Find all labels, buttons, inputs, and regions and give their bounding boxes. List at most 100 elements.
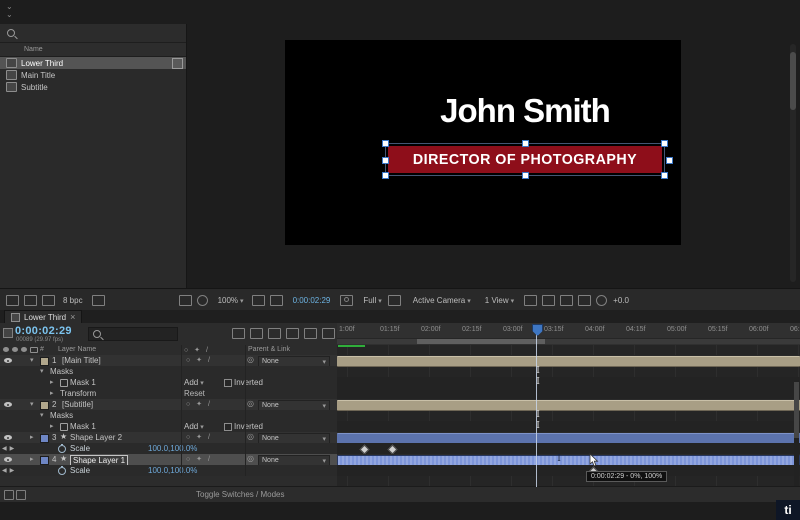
layer-switches[interactable] xyxy=(186,455,212,463)
eye-icon[interactable] xyxy=(4,435,12,440)
scrollbar-thumb[interactable] xyxy=(790,52,796,110)
graph-editor-icon[interactable] xyxy=(322,328,335,339)
mask-row[interactable]: Mask 1 Add Inverted xyxy=(0,421,337,432)
layer-switches[interactable] xyxy=(186,356,212,364)
work-area-bar[interactable] xyxy=(337,338,800,344)
create-folder-icon[interactable] xyxy=(42,295,55,306)
twirl-icon[interactable] xyxy=(40,411,44,419)
layer-name[interactable]: Shape Layer 2 xyxy=(70,433,122,442)
property-name[interactable]: Scale xyxy=(70,444,90,453)
hide-shy-layers-icon[interactable] xyxy=(268,328,281,339)
project-flowchart-icon[interactable] xyxy=(6,295,19,306)
label-color-swatch[interactable] xyxy=(40,456,49,465)
work-area-segment[interactable] xyxy=(417,339,545,344)
group-label[interactable]: Transform xyxy=(60,389,96,398)
eye-icon[interactable] xyxy=(4,457,12,462)
rulers-icon[interactable] xyxy=(252,295,265,306)
motion-blur-icon[interactable] xyxy=(304,328,317,339)
pick-whip-icon[interactable] xyxy=(247,399,254,408)
layer-row-subtitle[interactable]: 2 [Subtitle] None xyxy=(0,399,337,410)
keyframe-icon[interactable] xyxy=(556,455,562,464)
column-divider[interactable] xyxy=(181,345,182,476)
composition-mini-flowchart-icon[interactable] xyxy=(232,328,245,339)
exposure-reset-icon[interactable] xyxy=(596,295,607,306)
layer-row-main-title[interactable]: 1 [Main Title] None xyxy=(0,355,337,366)
lane-transform[interactable] xyxy=(337,388,800,399)
selection-handle[interactable] xyxy=(522,172,529,179)
twirl-icon[interactable] xyxy=(30,455,34,463)
twirl-icon[interactable] xyxy=(50,389,54,397)
keyframe-diamond[interactable] xyxy=(388,445,398,455)
pick-whip-icon[interactable] xyxy=(247,432,254,441)
layer-row-shape-layer-2[interactable]: 3 Shape Layer 2 None xyxy=(0,432,337,443)
mask-name[interactable]: Mask 1 xyxy=(70,378,96,387)
column-divider[interactable] xyxy=(245,345,246,476)
label-color-swatch[interactable] xyxy=(40,401,49,410)
exposure-value[interactable]: +0.0 xyxy=(613,296,629,305)
lane-shape-layer-2[interactable] xyxy=(337,432,800,443)
trash-icon[interactable] xyxy=(92,295,105,306)
toggle-switches-modes-button[interactable]: Toggle Switches / Modes xyxy=(196,490,285,499)
timeline-search[interactable] xyxy=(88,327,178,341)
stopwatch-icon[interactable] xyxy=(58,445,66,453)
current-timecode[interactable]: 0:00:02:29 xyxy=(15,325,72,337)
interpret-footage-icon[interactable] xyxy=(24,295,37,306)
twirl-icon[interactable] xyxy=(40,367,44,375)
project-item-main-title[interactable]: Main Title xyxy=(0,69,186,81)
layer-name-column-header[interactable]: Layer Name xyxy=(58,346,96,353)
mask-mode-dropdown[interactable]: Add xyxy=(184,378,204,387)
property-value[interactable]: 100.0,100.0% xyxy=(148,444,197,453)
layer-switches[interactable] xyxy=(186,433,212,441)
lane-scale-sl2[interactable] xyxy=(337,443,800,454)
property-value[interactable]: 100.0,100.0% xyxy=(148,466,197,475)
twirl-icon[interactable] xyxy=(50,422,54,430)
mask-mode-dropdown[interactable]: Add xyxy=(184,422,204,431)
timeline-lanes[interactable] xyxy=(337,345,800,487)
masks-group-row[interactable]: Masks xyxy=(0,410,337,421)
timeline-button-icon[interactable] xyxy=(560,295,573,306)
selection-handle[interactable] xyxy=(522,140,529,147)
twirl-icon[interactable] xyxy=(30,433,34,441)
pixel-aspect-icon[interactable] xyxy=(524,295,537,306)
fast-previews-icon[interactable] xyxy=(542,295,555,306)
lane-masks[interactable] xyxy=(337,366,800,377)
bit-depth-label[interactable]: 8 bpc xyxy=(63,296,83,305)
keyframe-navigator[interactable] xyxy=(2,467,17,474)
flowchart-button-icon[interactable] xyxy=(578,295,591,306)
always-preview-icon[interactable] xyxy=(179,295,192,306)
lane-shape-layer-1[interactable] xyxy=(337,454,800,465)
snapshot-camera-icon[interactable] xyxy=(340,295,353,306)
layer-name[interactable]: [Main Title] xyxy=(62,356,101,365)
lane-main-title[interactable] xyxy=(337,355,800,366)
keyframe-diamond[interactable] xyxy=(360,445,370,455)
lower-third-bar[interactable]: DIRECTOR OF PHOTOGRAPHY xyxy=(388,146,662,173)
masks-group-row[interactable]: Masks xyxy=(0,366,337,377)
label-color-swatch[interactable] xyxy=(40,434,49,443)
layer-row-shape-layer-1[interactable]: 4 Shape Layer 1 None xyxy=(0,454,337,465)
draft-3d-icon[interactable] xyxy=(250,328,263,339)
expand-panel-icon[interactable] xyxy=(16,490,26,500)
selection-handle[interactable] xyxy=(382,157,389,164)
scrollbar-thumb[interactable] xyxy=(794,382,799,438)
lane-masks[interactable] xyxy=(337,410,800,421)
selection-handle[interactable] xyxy=(382,140,389,147)
selection-handle[interactable] xyxy=(666,157,673,164)
composition-viewer[interactable]: John Smith DIRECTOR OF PHOTOGRAPHY xyxy=(285,40,681,245)
selection-handle[interactable] xyxy=(661,140,668,147)
group-label[interactable]: Masks xyxy=(50,411,73,420)
mask-row[interactable]: Mask 1 Add Inverted xyxy=(0,377,337,388)
close-icon[interactable] xyxy=(70,312,75,322)
lane-subtitle[interactable] xyxy=(337,399,800,410)
scale-property-row[interactable]: Scale 100.0,100.0% xyxy=(0,443,337,454)
current-time-indicator-line[interactable] xyxy=(536,332,537,487)
lane-mask-1[interactable] xyxy=(337,421,800,432)
twirl-icon[interactable] xyxy=(30,356,34,364)
reset-button[interactable]: Reset xyxy=(184,389,205,398)
selection-handle[interactable] xyxy=(382,172,389,179)
scale-property-row[interactable]: Scale 100.0,100.0% xyxy=(0,465,337,476)
mask-name[interactable]: Mask 1 xyxy=(70,422,96,431)
project-search[interactable] xyxy=(0,24,186,43)
layer-name[interactable]: [Subtitle] xyxy=(62,400,93,409)
lane-mask-1[interactable] xyxy=(337,377,800,388)
resolution-dropdown[interactable]: Full xyxy=(363,296,376,305)
